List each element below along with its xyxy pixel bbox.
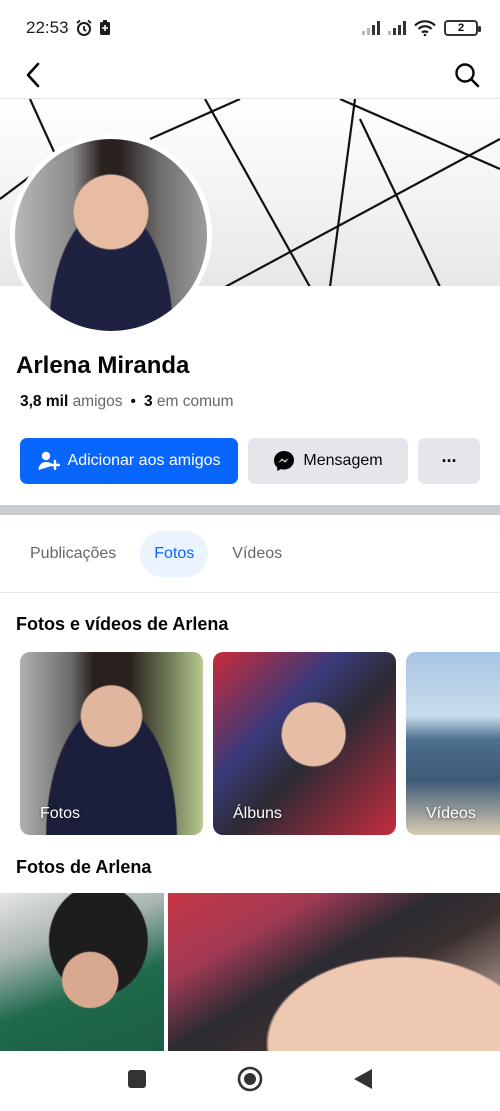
wifi-icon xyxy=(414,20,436,36)
search-icon xyxy=(455,63,480,88)
photo-thumbnail[interactable] xyxy=(0,893,164,1051)
albums-card[interactable]: Álbuns xyxy=(213,652,396,835)
triangle-back-icon xyxy=(354,1068,372,1089)
profile-stats: 3,8 mil amigos • 3 em comum xyxy=(20,393,234,411)
photo-thumbnail[interactable] xyxy=(168,893,500,1051)
photos-section-title: Fotos de Arlena xyxy=(16,857,152,877)
home-button[interactable] xyxy=(237,1066,263,1097)
profile-photo xyxy=(15,139,207,331)
photos-grid xyxy=(0,893,500,1051)
home-circle-icon xyxy=(237,1066,263,1091)
avatar[interactable] xyxy=(10,134,212,336)
alarm-icon xyxy=(75,19,92,36)
signal-icon xyxy=(362,21,380,35)
profile-name: Arlena Miranda xyxy=(16,352,190,379)
status-bar: 22:53 2 xyxy=(0,0,500,56)
friends-link[interactable]: 3,8 mil amigos xyxy=(20,393,123,411)
media-cards: Fotos Álbuns Vídeos xyxy=(20,652,500,835)
tabs-divider xyxy=(0,592,500,593)
chevron-left-icon xyxy=(26,62,40,88)
message-label: Mensagem xyxy=(303,452,383,469)
battery-saver-icon xyxy=(99,20,110,35)
top-nav xyxy=(0,52,500,98)
messenger-icon xyxy=(274,451,295,471)
system-back-button[interactable] xyxy=(353,1068,373,1095)
battery-level: 2 xyxy=(457,22,465,34)
photos-card[interactable]: Fotos xyxy=(20,652,203,835)
stats-separator: • xyxy=(130,393,136,410)
photos-card-label: Fotos xyxy=(40,805,81,822)
section-divider xyxy=(0,505,500,515)
square-icon xyxy=(128,1069,146,1088)
media-section-title: Fotos e vídeos de Arlena xyxy=(16,614,229,634)
videos-card-label: Vídeos xyxy=(426,805,476,822)
status-time: 22:53 xyxy=(26,18,69,37)
system-nav-bar xyxy=(0,1051,500,1111)
add-friend-label: Adicionar aos amigos xyxy=(67,452,221,469)
profile-actions: Adicionar aos amigos Mensagem ··· xyxy=(20,438,480,484)
tab-videos[interactable]: Vídeos xyxy=(218,531,296,577)
add-friend-button[interactable]: Adicionar aos amigos xyxy=(20,438,238,484)
add-friend-icon xyxy=(38,451,60,471)
albums-card-label: Álbuns xyxy=(233,805,282,822)
message-button[interactable]: Mensagem xyxy=(248,438,408,484)
tab-fotos[interactable]: Fotos xyxy=(140,531,209,577)
battery-icon: 2 xyxy=(444,20,481,36)
mutual-friends-link[interactable]: 3 em comum xyxy=(144,393,234,411)
profile-tabs: Publicações Fotos Vídeos xyxy=(16,530,296,578)
back-button[interactable] xyxy=(18,60,48,90)
search-button[interactable] xyxy=(452,60,482,90)
tab-publicacoes[interactable]: Publicações xyxy=(16,531,130,577)
more-icon: ··· xyxy=(441,450,458,471)
more-options-button[interactable]: ··· xyxy=(418,438,480,484)
recents-button[interactable] xyxy=(127,1069,147,1094)
signal-icon xyxy=(388,21,406,35)
videos-card[interactable]: Vídeos xyxy=(406,652,500,835)
